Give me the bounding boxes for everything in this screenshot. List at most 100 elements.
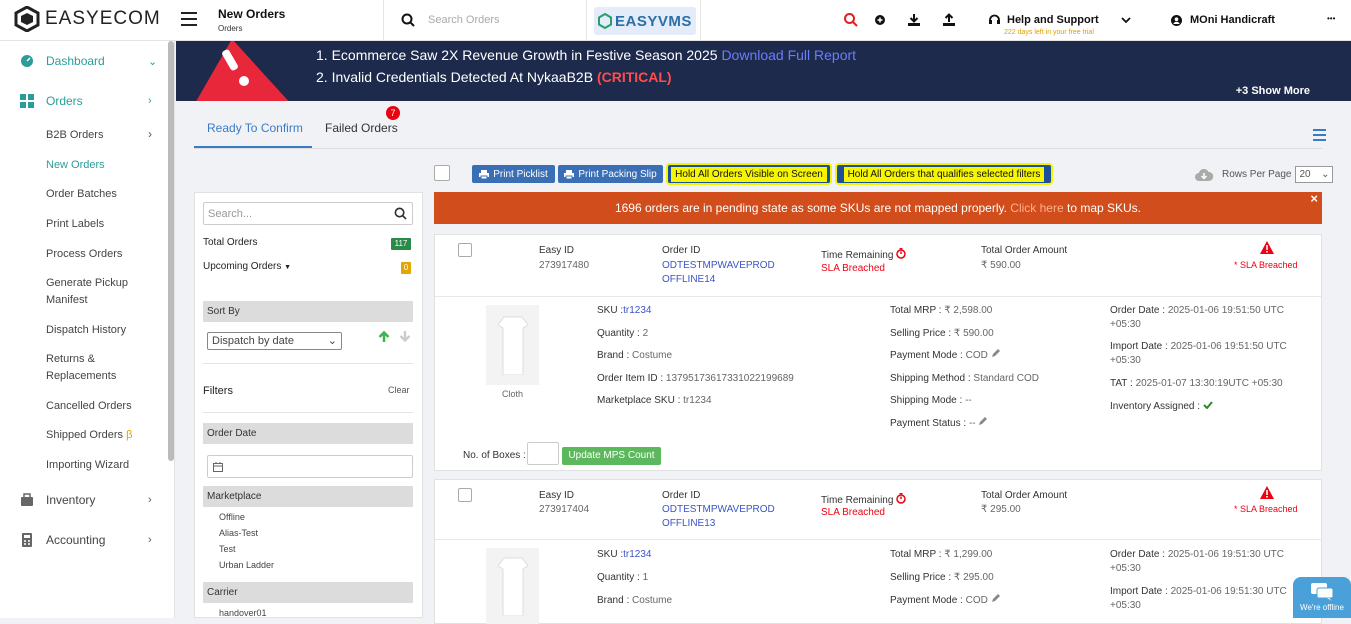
sidebar-sub-new-orders[interactable]: New Orders [46, 157, 105, 174]
edit-pencil-icon[interactable] [991, 349, 1000, 358]
order-checkbox[interactable] [458, 488, 472, 502]
easyvms-logo-icon [598, 13, 612, 29]
marketplace-header: Marketplace [203, 486, 413, 507]
order-id-link[interactable]: ODTESTMPWAVEPROD OFFLINE13 [662, 503, 775, 531]
help-and-support-button[interactable]: Help and Support [988, 13, 1131, 26]
order-card: Easy ID 273917404 Order ID ODTESTMPWAVEP… [434, 479, 1322, 624]
edit-pencil-icon[interactable] [978, 417, 988, 426]
easyvms-button[interactable]: EASYVMS [594, 7, 696, 35]
order-id-link[interactable]: ODTESTMPWAVEPROD OFFLINE14 [662, 259, 775, 287]
chat-widget[interactable]: We're offline [1293, 577, 1351, 618]
chevron-down-icon: ⌄ [327, 335, 337, 347]
timer-icon [896, 493, 906, 504]
easy-id-value: 273917404 [539, 504, 590, 515]
hold-visible-orders-button[interactable]: Hold All Orders Visible on Screen [668, 165, 830, 183]
page-title: New Orders [218, 7, 286, 21]
tshirt-icon [497, 316, 528, 375]
warning-triangle-icon [196, 41, 289, 101]
sort-descending-arrow-icon[interactable] [399, 330, 411, 343]
search-alert-icon[interactable] [843, 12, 859, 28]
filter-search-input[interactable]: Search... [203, 202, 413, 225]
sku-link[interactable]: tr1234 [623, 305, 651, 316]
marketplace-option[interactable]: Offline [219, 512, 245, 522]
no-of-boxes-input[interactable] [527, 442, 559, 465]
close-icon[interactable]: × [1310, 183, 1318, 215]
top-bar: EASYECOM New Orders Orders Search Orders… [0, 0, 1351, 41]
sidebar-sub-shipped-orders[interactable]: Shipped Orders β [46, 427, 132, 444]
cloud-download-icon[interactable] [1194, 168, 1214, 182]
sidebar-sub-returns-replacements[interactable]: Returns & Replacements [46, 351, 126, 385]
sort-ascending-arrow-icon[interactable] [378, 330, 390, 343]
sidebar-sub-dispatch-history[interactable]: Dispatch History [46, 322, 126, 339]
rows-per-page-select[interactable]: 20 ⌄ [1295, 166, 1334, 183]
calendar-icon [213, 462, 223, 472]
show-more-link[interactable]: +3 Show More [1236, 85, 1310, 97]
product-image[interactable] [486, 548, 539, 624]
filters-panel: Search... Total Orders 117 Upcoming Orde… [194, 192, 423, 618]
timer-icon [896, 248, 906, 259]
unmapped-sku-notice: 1696 orders are in pending state as some… [434, 191, 1322, 224]
chat-bubble-icon [1311, 583, 1334, 601]
sidebar-sub-cancelled-orders[interactable]: Cancelled Orders [46, 398, 132, 415]
page-subtitle: Orders [218, 24, 243, 33]
sidebar-sub-importing-wizard[interactable]: Importing Wizard [46, 457, 129, 474]
printer-icon [564, 169, 575, 179]
chevron-right-icon: › [148, 534, 152, 546]
trial-days-text: 222 days left in your free trial [1004, 29, 1094, 36]
sort-by-header: Sort By [203, 301, 413, 322]
sidebar-item-dashboard[interactable]: Dashboard ⌄ [0, 53, 165, 69]
carrier-header: Carrier [203, 582, 413, 603]
product-image[interactable] [486, 305, 539, 385]
marketplace-option[interactable]: Urban Ladder [219, 560, 274, 570]
sidebar-scrollbar[interactable] [168, 41, 174, 461]
sort-by-select[interactable]: Dispatch by date ⌄ [207, 332, 342, 350]
sku-link[interactable]: tr1234 [623, 549, 651, 560]
clear-filters-link[interactable]: Clear [388, 385, 410, 395]
announcement-banner: 1. Ecommerce Saw 2X Revenue Growth in Fe… [176, 41, 1351, 101]
sidebar-sub-generate-pickup-manifest[interactable]: Generate Pickup Manifest [46, 275, 146, 309]
marketplace-option[interactable]: Test [219, 544, 236, 554]
sidebar-sub-process-orders[interactable]: Process Orders [46, 246, 122, 263]
orders-grid-icon [20, 94, 34, 108]
update-mps-count-button[interactable]: Update MPS Count [562, 447, 661, 465]
brand-logo[interactable]: EASYECOM [14, 6, 161, 32]
marketplace-option[interactable]: Alias-Test [219, 528, 258, 538]
list-menu-icon[interactable] [1313, 129, 1326, 144]
tab-failed-orders[interactable]: Failed Orders [325, 121, 398, 135]
sidebar-item-accounting[interactable]: Accounting › [0, 532, 165, 548]
upcoming-orders-toggle[interactable]: Upcoming Orders ▼ [203, 261, 291, 272]
select-all-checkbox[interactable] [434, 165, 450, 181]
sla-breached-flag: * SLA Breached [1234, 260, 1298, 270]
upload-icon[interactable] [941, 12, 957, 28]
print-picklist-button[interactable]: Print Picklist [472, 165, 555, 183]
add-circle-icon[interactable] [872, 12, 888, 28]
carrier-option[interactable]: handover01 [219, 608, 267, 618]
order-date-header: Order Date [203, 423, 413, 444]
sidebar-sub-order-batches[interactable]: Order Batches [46, 186, 117, 203]
search-orders-input[interactable]: Search Orders [401, 13, 500, 27]
product-caption: Cloth [502, 389, 524, 399]
download-icon[interactable] [906, 12, 922, 28]
order-date-input[interactable] [207, 455, 413, 478]
edit-pencil-icon[interactable] [991, 594, 1000, 603]
warning-icon [1260, 241, 1274, 254]
more-options-icon[interactable]: ••• [1327, 14, 1335, 23]
order-card: Easy ID 273917480 Order ID ODTESTMPWAVEP… [434, 234, 1322, 471]
map-skus-link[interactable]: Click here [1010, 201, 1063, 215]
warning-icon [1260, 486, 1274, 499]
sidebar-item-orders[interactable]: Orders › [0, 93, 165, 109]
hamburger-menu-icon[interactable] [181, 12, 197, 26]
tab-ready-to-confirm[interactable]: Ready To Confirm [207, 121, 303, 135]
print-packing-slip-button[interactable]: Print Packing Slip [558, 165, 663, 183]
sidebar-sub-print-labels[interactable]: Print Labels [46, 216, 104, 233]
download-report-link[interactable]: Download Full Report [721, 47, 856, 63]
easyecom-logo-icon [14, 6, 40, 32]
sidebar-sub-b2b-orders[interactable]: B2B Orders [46, 127, 103, 144]
time-status: SLA Breached [821, 507, 885, 518]
order-checkbox[interactable] [458, 243, 472, 257]
user-menu[interactable]: MOni Handicraft [1171, 14, 1275, 26]
sidebar-item-inventory[interactable]: Inventory › [0, 492, 165, 508]
chat-status-text: We're offline [1300, 603, 1344, 612]
beta-badge: β [126, 429, 133, 441]
hold-filtered-orders-button[interactable]: Hold All Orders that qualifies selected … [837, 165, 1051, 183]
